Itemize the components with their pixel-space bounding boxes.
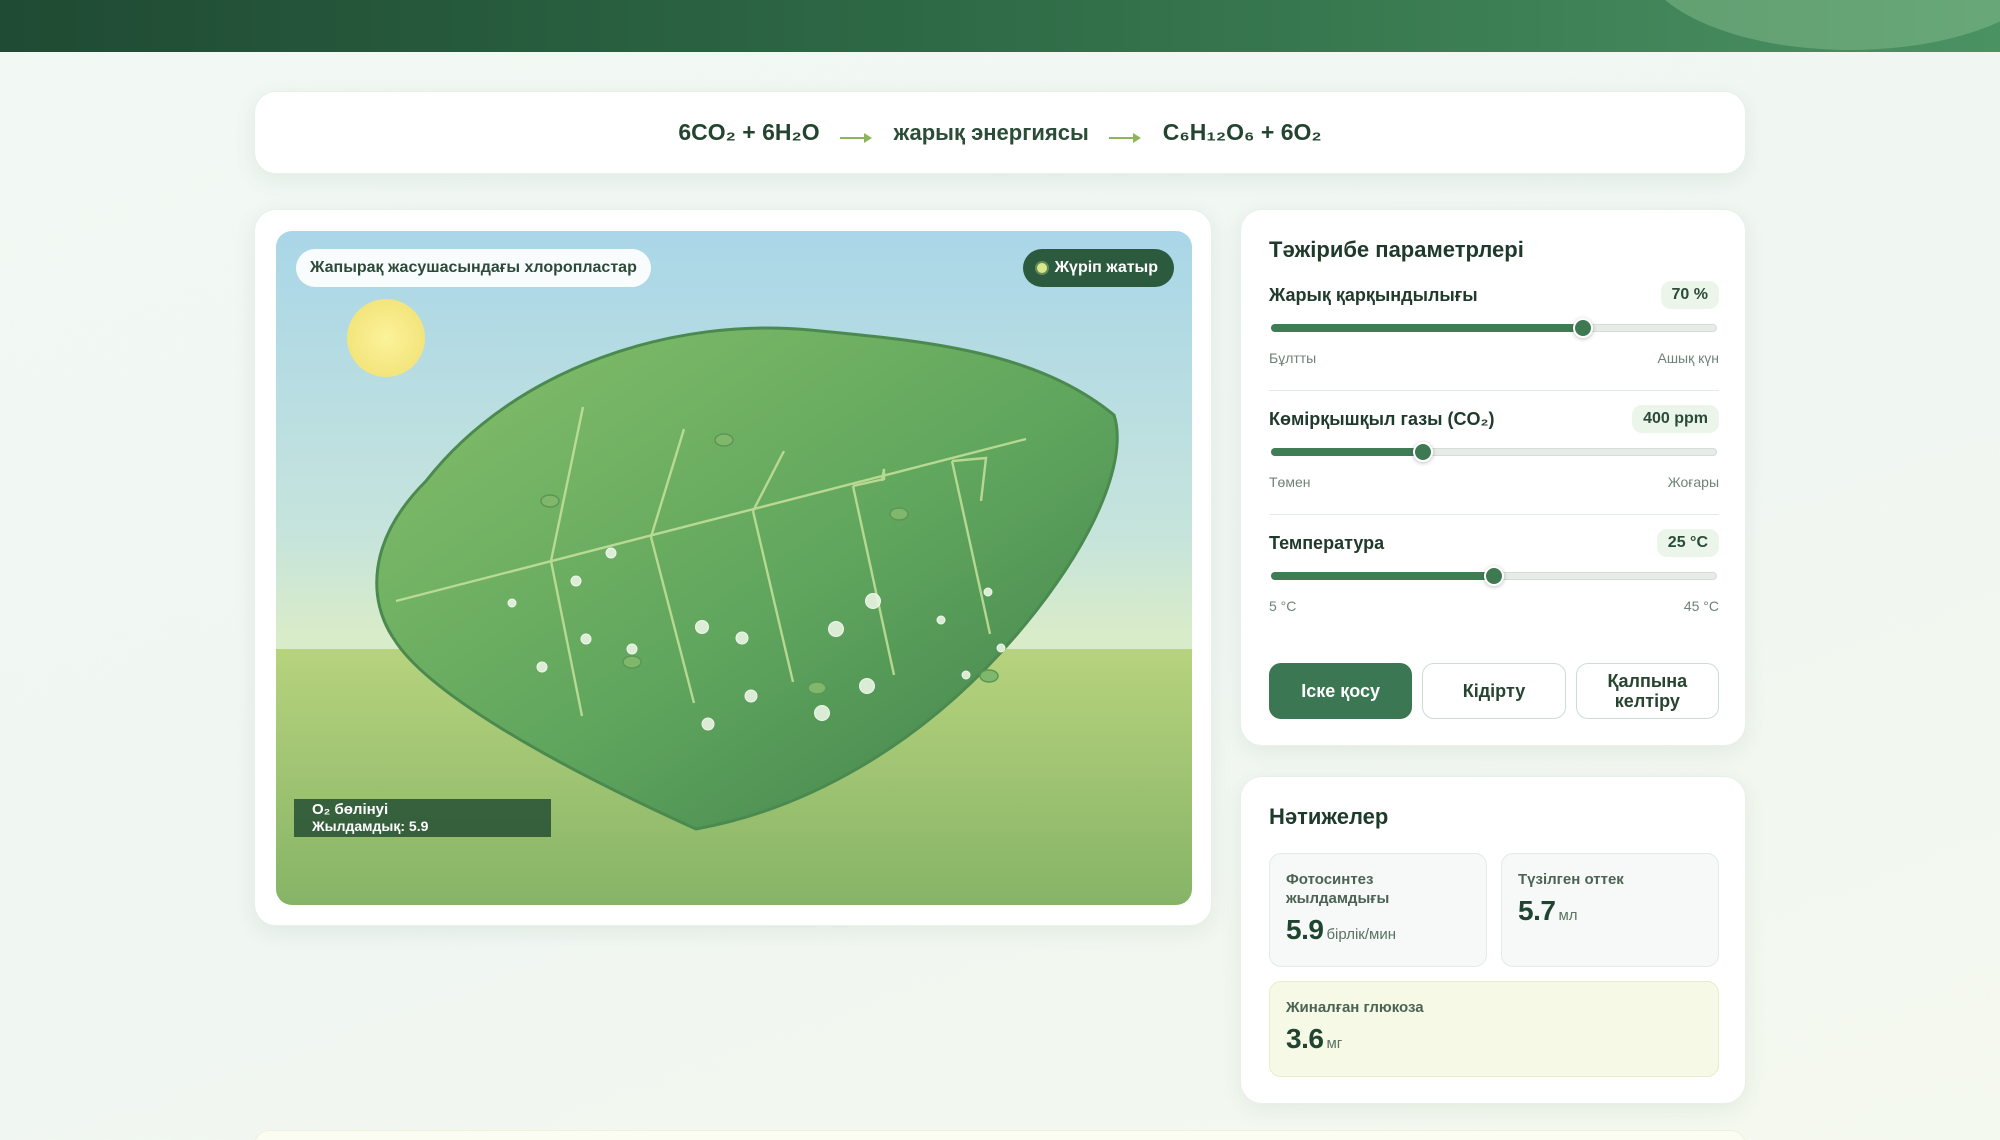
light-intensity-control: Жарық қарқындылығы 70 % Бұлтты Ашық күн <box>1269 280 1719 366</box>
light-label: Жарық қарқындылығы <box>1269 284 1478 305</box>
status-dot-icon <box>1036 263 1047 273</box>
o2-title: O₂ бөлінуі <box>312 801 389 818</box>
status-text: Жүріп жатыр <box>1054 259 1158 276</box>
slider-fill <box>1271 572 1494 580</box>
equation-reactants: 6CO₂ + 6H₂O <box>678 119 820 145</box>
temperature-max-label: 45 °C <box>1683 598 1719 614</box>
slider-fill <box>1271 324 1584 332</box>
start-button[interactable]: Іске қосу <box>1269 663 1413 719</box>
co2-max-label: Жоғары <box>1667 474 1719 490</box>
light-value: 70 % <box>1660 281 1719 309</box>
glucose-stat: Жиналған глюкоза 3.6 мг <box>1269 981 1719 1077</box>
rate-stat: Фотосинтез жылдамдығы 5.9 бірлік/мин <box>1269 853 1487 967</box>
light-min-label: Бұлтты <box>1269 350 1317 366</box>
arrow-right-icon <box>1108 132 1143 144</box>
rate-label: Фотосинтез жылдамдығы <box>1286 871 1390 907</box>
glucose-label: Жиналған глюкоза <box>1286 999 1424 1016</box>
equation-products: C₆H₁₂O₆ + 6O₂ <box>1162 119 1322 145</box>
temperature-label: Температура <box>1269 532 1385 553</box>
oxygen-stat: Түзілген оттек 5.7 мл <box>1501 853 1719 967</box>
slider-fill <box>1271 448 1423 456</box>
divider <box>1269 390 1719 391</box>
temperature-control: Температура 25 °C 5 °C 45 °C <box>1269 528 1719 614</box>
glucose-unit: мг <box>1326 1035 1343 1052</box>
oxygen-unit: мл <box>1558 907 1578 924</box>
co2-value: 400 ppm <box>1632 405 1719 433</box>
header-decoration <box>1640 0 2000 50</box>
co2-min-label: Төмен <box>1269 474 1311 490</box>
light-max-label: Ашық күн <box>1657 350 1719 366</box>
results-title: Нәтижелер <box>1269 804 1389 829</box>
rate-value: 5.9 <box>1286 914 1324 945</box>
arrow-right-icon <box>839 132 874 144</box>
o2-release-indicator: O₂ бөлінуі Жылдамдық: 5.9 <box>294 799 551 837</box>
temperature-value: 25 °C <box>1656 529 1719 557</box>
sun-icon <box>347 299 425 377</box>
simulation-card: Жапырақ жасушасындағы хлоропластар Жүріп… <box>254 209 1212 926</box>
glucose-value: 3.6 <box>1286 1023 1324 1054</box>
light-slider[interactable] <box>1269 318 1719 338</box>
parameters-title: Тәжірибе параметрлері <box>1269 237 1524 262</box>
equation-card: 6CO₂ + 6H₂O жарық энергиясы C₆H₁₂O₆ + 6O… <box>254 91 1746 174</box>
o2-rate: Жылдамдық: 5.9 <box>312 818 429 834</box>
slider-thumb[interactable] <box>1573 318 1594 338</box>
photosynthesis-equation: 6CO₂ + 6H₂O жарық энергиясы C₆H₁₂O₆ + 6O… <box>255 92 1745 173</box>
control-buttons: Іске қосу Кідірту Қалпына келтіру <box>1269 663 1719 719</box>
divider <box>1269 514 1719 515</box>
co2-control: Көмірқышқыл газы (CO₂) 400 ppm Төмен Жоғ… <box>1269 404 1719 490</box>
status-badge: Жүріп жатыр <box>1022 249 1174 287</box>
parameters-card: Тәжірибе параметрлері Жарық қарқындылығы… <box>1240 209 1746 746</box>
co2-slider[interactable] <box>1269 442 1719 462</box>
slider-thumb[interactable] <box>1484 566 1504 586</box>
slider-thumb[interactable] <box>1412 442 1433 462</box>
equation-condition: жарық энергиясы <box>893 119 1089 145</box>
top-header-bar <box>0 0 2000 52</box>
temperature-min-label: 5 °C <box>1269 598 1297 614</box>
leaf-scene: Жапырақ жасушасындағы хлоропластар Жүріп… <box>276 231 1192 905</box>
bottom-panel-edge <box>254 1130 1746 1140</box>
pause-button[interactable]: Кідірту <box>1422 663 1566 719</box>
temperature-slider[interactable] <box>1269 566 1719 586</box>
reset-button[interactable]: Қалпына келтіру <box>1575 663 1719 719</box>
co2-label: Көмірқышқыл газы (CO₂) <box>1269 408 1495 429</box>
results-card: Нәтижелер Фотосинтез жылдамдығы 5.9 бірл… <box>1240 776 1746 1104</box>
scene-label: Жапырақ жасушасындағы хлоропластар <box>296 249 651 287</box>
rate-unit: бірлік/мин <box>1326 926 1396 943</box>
oxygen-label: Түзілген оттек <box>1518 871 1624 888</box>
oxygen-value: 5.7 <box>1518 895 1556 926</box>
